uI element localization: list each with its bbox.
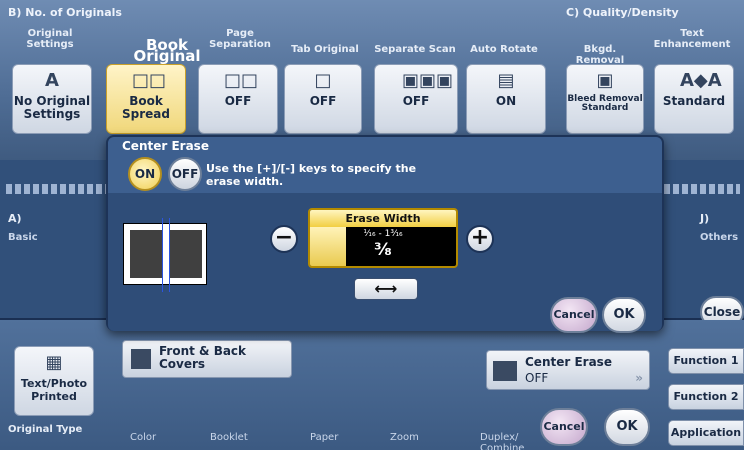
tile-tab-original[interactable]: □ OFF (284, 64, 362, 134)
center-erase-value: OFF (525, 371, 549, 385)
tab-zoom[interactable]: Zoom (390, 432, 419, 443)
minus-button[interactable]: − (270, 225, 298, 253)
tile-label: No Original Settings (13, 94, 91, 121)
left-section-letter: A) (8, 212, 22, 225)
ok-button[interactable]: OK (602, 297, 646, 333)
tab-duplex-combine[interactable]: Duplex/ Combine (480, 432, 540, 450)
tile-original-type[interactable]: ▦ Text/Photo Printed (14, 346, 94, 416)
erase-width-range: ¹⁄₁₆ - 1³⁄₁₆ (363, 229, 403, 239)
preview-left-page (130, 230, 163, 278)
erase-width-value: ³⁄₈ (374, 240, 392, 260)
column-auto-rotate: Auto Rotate (470, 44, 538, 55)
tile-text-enhancement[interactable]: A◆A Standard (654, 64, 734, 134)
tile-label: OFF (309, 94, 337, 108)
dialog-message: Use the [+]/[-] keys to specify the eras… (206, 162, 416, 188)
tile-book-spread[interactable]: □□ Book Spread (106, 64, 186, 134)
dialog-body: − Erase Width ¹⁄₁₆ - 1³⁄₁₆ ³⁄₈ + ⟷ Cance… (108, 193, 662, 333)
tab-function-2[interactable]: Function 2 (668, 384, 744, 410)
tile-label: OFF (402, 94, 430, 108)
separate-scan-icon: ▣▣▣ (402, 70, 454, 91)
plus-button[interactable]: + (466, 225, 494, 253)
tile-label: ON (495, 94, 517, 108)
tile-label: Book Spread (122, 94, 170, 121)
text-enhance-icon: A◆A (680, 70, 722, 91)
erase-width-display: Erase Width ¹⁄₁₆ - 1³⁄₁₆ ³⁄₈ (308, 208, 458, 268)
tab-paper[interactable]: Paper (310, 432, 338, 443)
center-erase-button[interactable]: Center Erase OFF » (486, 350, 650, 390)
section-b-label: B) No. of Originals (8, 6, 122, 19)
rotate-icon: ▤ (497, 70, 515, 91)
tile-original-settings[interactable]: A No Original Settings (12, 64, 92, 134)
two-pages-icon: □□ (224, 70, 259, 91)
section-c-label: C) Quality/Density (566, 6, 679, 19)
dialog-message-line2: erase width. (206, 175, 284, 188)
dialog-header: ON OFF Use the [+]/[-] keys to specify t… (116, 157, 656, 191)
text-photo-icon: ▦ (45, 352, 63, 373)
tile-separate-scan[interactable]: ▣▣▣ OFF (374, 64, 458, 134)
width-adjust-button[interactable]: ⟷ (354, 278, 418, 300)
tile-label: OFF (224, 94, 252, 108)
tab-booklet[interactable]: Booklet (210, 432, 248, 443)
center-erase-preview (123, 218, 207, 292)
right-pager-dots (664, 184, 740, 194)
ok-button-bottom[interactable]: OK (604, 408, 650, 446)
front-back-label: Front & Back Covers (159, 344, 247, 371)
column-separate-scan: Separate Scan (374, 44, 456, 55)
tile-label: Bleed Removal Standard (567, 94, 643, 113)
preview-right-page (169, 230, 202, 278)
front-back-covers-button[interactable]: Front & Back Covers (122, 340, 292, 378)
left-pager-dots (6, 184, 106, 194)
tab-page-icon: □ (314, 70, 332, 91)
book-icon: □□ (132, 70, 167, 91)
tab-function-1[interactable]: Function 1 (668, 348, 744, 374)
right-section-others[interactable]: Others (700, 232, 738, 243)
column-original-settings: Original Settings (26, 28, 74, 50)
erase-width-label: Erase Width (310, 210, 456, 227)
right-section-letter: J) (700, 212, 710, 225)
tab-color[interactable]: Color (130, 432, 156, 443)
left-section-basic[interactable]: Basic (8, 232, 38, 243)
chevron-right-icon: » (635, 371, 643, 385)
tile-label: Standard (662, 94, 726, 108)
center-erase-icon (493, 361, 517, 381)
column-bkgd-removal: Bkgd. Removal (575, 44, 625, 66)
cancel-button[interactable]: Cancel (550, 297, 598, 333)
erase-width-marker (162, 218, 170, 292)
covers-icon (131, 349, 151, 369)
tile-bkgd-removal[interactable]: ▣ Bleed Removal Standard (566, 64, 644, 134)
tile-auto-rotate[interactable]: ▤ ON (466, 64, 546, 134)
cancel-button-bottom[interactable]: Cancel (540, 408, 588, 446)
on-toggle-button[interactable]: ON (128, 157, 162, 191)
letter-a-icon: A (45, 70, 59, 91)
bleed-removal-icon: ▣ (596, 70, 614, 91)
column-text-enhancement: Text Enhancement (653, 28, 731, 50)
column-tab-original: Tab Original (291, 44, 359, 55)
dialog-message-line1: Use the [+]/[-] keys to specify the (206, 162, 417, 175)
dialog-title: Center Erase (122, 139, 209, 153)
column-page-separation: Page Separation (209, 28, 271, 50)
center-erase-title: Center Erase (525, 355, 612, 369)
tab-application[interactable]: Application (668, 420, 744, 446)
tile-page-separation[interactable]: □□ OFF (198, 64, 278, 134)
original-type-label: Original Type (8, 424, 83, 435)
horizontal-arrows-icon: ⟷ (374, 279, 398, 298)
tile-label: Text/Photo Printed (20, 377, 88, 403)
center-erase-dialog: Center Erase ON OFF Use the [+]/[-] keys… (106, 135, 664, 333)
off-toggle-button[interactable]: OFF (168, 157, 202, 191)
